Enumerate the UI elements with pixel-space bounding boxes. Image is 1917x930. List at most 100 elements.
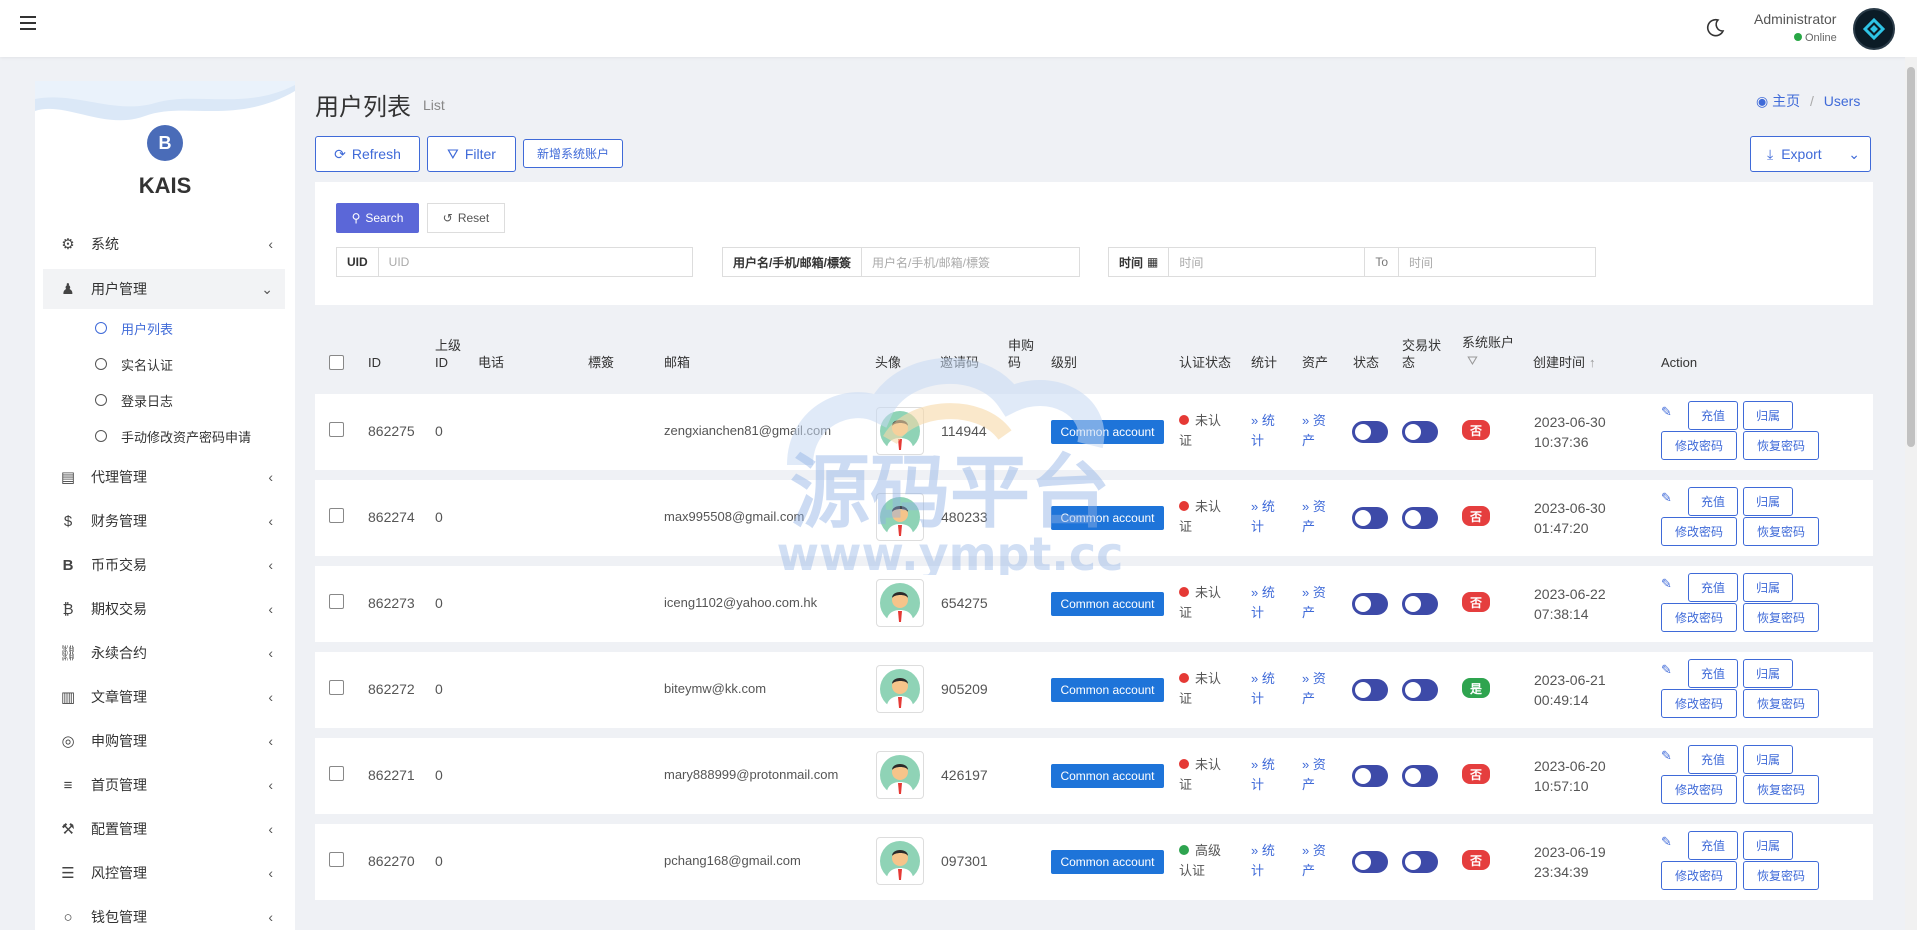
assets-link[interactable]: » 资产: [1302, 583, 1336, 623]
edit-icon[interactable]: ✎: [1661, 404, 1672, 420]
search-button[interactable]: ⚲ Search: [336, 203, 419, 233]
admin-avatar[interactable]: [1853, 8, 1895, 50]
filter-button[interactable]: ⛛ Filter: [427, 136, 516, 172]
owner-button[interactable]: 归属: [1743, 745, 1793, 774]
admin-name[interactable]: Administrator: [1754, 11, 1836, 27]
sidebar-item-options[interactable]: ₿ 期权交易 ‹: [43, 589, 285, 629]
row-checkbox[interactable]: [329, 422, 344, 437]
th-auth-status[interactable]: 认证状态: [1179, 354, 1231, 371]
th-trade-status[interactable]: 交易状态: [1402, 337, 1444, 371]
sidebar-subitem-login-log[interactable]: 登录日志: [95, 385, 173, 415]
th-level[interactable]: 级别: [1051, 354, 1077, 371]
sidebar-item-homepage[interactable]: ≡ 首页管理 ‹: [43, 765, 285, 805]
th-invite-code[interactable]: 邀请码: [940, 354, 979, 371]
menu-toggle-icon[interactable]: [20, 16, 36, 30]
assets-link[interactable]: » 资产: [1302, 669, 1336, 709]
reset-password-button[interactable]: 恢复密码: [1743, 517, 1819, 546]
status-toggle[interactable]: [1352, 851, 1388, 873]
status-toggle[interactable]: [1352, 765, 1388, 787]
row-checkbox[interactable]: [329, 680, 344, 695]
breadcrumb-home[interactable]: 主页: [1772, 93, 1800, 109]
sidebar-item-spot-trade[interactable]: B 币币交易 ‹: [43, 545, 285, 585]
reset-password-button[interactable]: 恢复密码: [1743, 775, 1819, 804]
sidebar-item-finance[interactable]: $ 财务管理 ‹: [43, 501, 285, 541]
status-toggle[interactable]: [1352, 507, 1388, 529]
change-password-button[interactable]: 修改密码: [1661, 861, 1737, 890]
owner-button[interactable]: 归属: [1743, 487, 1793, 516]
trade-status-toggle[interactable]: [1402, 421, 1438, 443]
time-end-input[interactable]: 时间: [1399, 248, 1595, 276]
time-start-input[interactable]: 时间: [1169, 248, 1366, 276]
reset-password-button[interactable]: 恢复密码: [1743, 861, 1819, 890]
change-password-button[interactable]: 修改密码: [1661, 689, 1737, 718]
th-parent-id[interactable]: 上级ID: [435, 337, 463, 371]
page-scrollbar[interactable]: [1905, 57, 1917, 930]
row-checkbox[interactable]: [329, 852, 344, 867]
status-toggle[interactable]: [1352, 679, 1388, 701]
reset-password-button[interactable]: 恢复密码: [1743, 431, 1819, 460]
owner-button[interactable]: 归属: [1743, 573, 1793, 602]
stats-link[interactable]: » 统计: [1251, 669, 1285, 709]
stats-link[interactable]: » 统计: [1251, 841, 1285, 881]
th-id[interactable]: ID: [368, 354, 381, 371]
refresh-button[interactable]: ⟳ Refresh: [315, 136, 420, 172]
owner-button[interactable]: 归属: [1743, 831, 1793, 860]
th-tag[interactable]: 標簽: [588, 354, 614, 371]
recharge-button[interactable]: 充值: [1688, 659, 1738, 688]
edit-icon[interactable]: ✎: [1661, 834, 1672, 850]
trade-status-toggle[interactable]: [1402, 851, 1438, 873]
change-password-button[interactable]: 修改密码: [1661, 431, 1737, 460]
select-all-checkbox[interactable]: [329, 355, 344, 370]
stats-link[interactable]: » 统计: [1251, 497, 1285, 537]
recharge-button[interactable]: 充值: [1688, 745, 1738, 774]
sidebar-item-config[interactable]: ⚒ 配置管理 ‹: [43, 809, 285, 849]
sidebar-item-wallet[interactable]: ○ 钱包管理 ‹: [43, 897, 285, 930]
edit-icon[interactable]: ✎: [1661, 748, 1672, 764]
name-input[interactable]: 用户名/手机/邮箱/標簽: [862, 248, 1079, 276]
edit-icon[interactable]: ✎: [1661, 662, 1672, 678]
export-button[interactable]: ⤓ Export ⌄: [1750, 136, 1871, 172]
edit-icon[interactable]: ✎: [1661, 490, 1672, 506]
scrollbar-thumb[interactable]: [1907, 67, 1915, 447]
row-checkbox[interactable]: [329, 508, 344, 523]
status-toggle[interactable]: [1352, 421, 1388, 443]
owner-button[interactable]: 归属: [1743, 659, 1793, 688]
reset-password-button[interactable]: 恢复密码: [1743, 603, 1819, 632]
recharge-button[interactable]: 充值: [1688, 401, 1738, 430]
th-email[interactable]: 邮箱: [664, 354, 690, 371]
sidebar-item-articles[interactable]: ▥ 文章管理 ‹: [43, 677, 285, 717]
sidebar-item-user-management[interactable]: ♟ 用户管理 ⌄: [43, 269, 285, 309]
recharge-button[interactable]: 充值: [1688, 831, 1738, 860]
assets-link[interactable]: » 资产: [1302, 755, 1336, 795]
th-system-account[interactable]: 系统账户: [1462, 334, 1514, 351]
th-status[interactable]: 状态: [1353, 354, 1379, 371]
change-password-button[interactable]: 修改密码: [1661, 603, 1737, 632]
th-created-time[interactable]: 创建时间 ↑: [1533, 354, 1596, 371]
trade-status-toggle[interactable]: [1402, 679, 1438, 701]
stats-link[interactable]: » 统计: [1251, 755, 1285, 795]
reset-button[interactable]: ↺ Reset: [427, 203, 505, 233]
row-checkbox[interactable]: [329, 594, 344, 609]
assets-link[interactable]: » 资产: [1302, 411, 1336, 451]
uid-input[interactable]: UID: [379, 248, 692, 276]
trade-status-toggle[interactable]: [1402, 593, 1438, 615]
owner-button[interactable]: 归属: [1743, 401, 1793, 430]
add-system-account-button[interactable]: 新增系统账户: [523, 139, 623, 168]
recharge-button[interactable]: 充值: [1688, 487, 1738, 516]
recharge-button[interactable]: 充值: [1688, 573, 1738, 602]
stats-link[interactable]: » 统计: [1251, 583, 1285, 623]
assets-link[interactable]: » 资产: [1302, 841, 1336, 881]
status-toggle[interactable]: [1352, 593, 1388, 615]
edit-icon[interactable]: ✎: [1661, 576, 1672, 592]
trade-status-toggle[interactable]: [1402, 507, 1438, 529]
sidebar-subitem-asset-password[interactable]: 手动修改资产密码申请: [95, 421, 251, 451]
th-subscribe-code[interactable]: 申购码: [1008, 337, 1036, 371]
filter-icon[interactable]: ⛛: [1467, 352, 1478, 369]
sidebar-item-risk[interactable]: ☰ 风控管理 ‹: [43, 853, 285, 893]
row-checkbox[interactable]: [329, 766, 344, 781]
reset-password-button[interactable]: 恢复密码: [1743, 689, 1819, 718]
stats-link[interactable]: » 统计: [1251, 411, 1285, 451]
sidebar-item-agent[interactable]: ▤ 代理管理 ‹: [43, 457, 285, 497]
sidebar-subitem-realname[interactable]: 实名认证: [95, 349, 173, 379]
dark-mode-moon-icon[interactable]: [1705, 18, 1725, 38]
